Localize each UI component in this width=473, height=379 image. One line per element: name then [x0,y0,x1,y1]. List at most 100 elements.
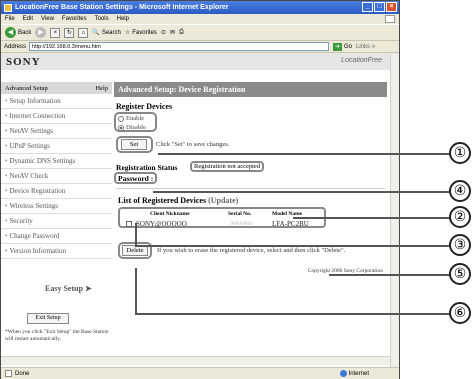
windows-logo-icon [385,15,395,23]
sidebar-item-dynamic-dns[interactable]: • Dynamic DNS Settings [1,154,112,169]
menu-edit[interactable]: Edit [23,16,33,22]
menu-bar: File Edit View Favorites Tools Help [1,14,399,24]
menu-favorites[interactable]: Favorites [62,16,87,22]
minimize-button[interactable]: _ [362,2,373,12]
address-input[interactable]: http://192.168.0.3/menu.htm [29,42,330,51]
exit-setup-button[interactable]: Exit Setup [27,313,69,324]
media-icon[interactable]: ⊙ [161,29,166,36]
home-icon[interactable]: ⌂ [78,27,89,38]
forward-arrow-icon: ▶ [35,27,47,38]
delete-hint: If you wish to erase the registered devi… [157,247,346,254]
callout-line-4 [153,191,451,193]
title-bar: LocationFree Base Station Settings - Mic… [1,1,399,14]
back-button[interactable]: ◀ Back [5,27,31,38]
address-bar: Address http://192.168.0.3/menu.htm ➜ Go… [1,41,399,53]
page-title: Advanced Setup: Device Registration [114,82,387,97]
sidebar-item-setup-information[interactable]: • Setup Information [1,94,112,109]
page-content: SONY LocationFree Advanced Setup Help • S… [1,54,399,367]
search-icon: 🔍 [92,30,100,36]
menu-help[interactable]: Help [117,16,129,22]
disable-radio[interactable] [118,124,124,131]
password-label: Password : [114,172,158,184]
go-label: Go [344,43,353,50]
locationfree-logo: LocationFree [341,57,382,64]
enable-radio[interactable] [118,115,124,122]
sidebar-item-internet-connection[interactable]: • Internet Connection [1,109,112,124]
star-icon: ☆ [124,30,131,36]
mail-icon[interactable]: ✉ [170,29,175,36]
favorites-label: Favorites [132,29,157,36]
callout-1: ① [449,142,471,164]
go-arrow-icon: ➜ [333,42,343,51]
browser-window: LocationFree Base Station Settings - Mic… [0,0,400,379]
back-arrow-icon: ◀ [5,27,16,38]
menu-view[interactable]: View [41,16,54,22]
page-icon [5,370,12,377]
easy-setup-link[interactable]: Easy Setup ➤ [45,284,92,293]
registration-status-value: Registration not accepted [190,161,265,172]
status-bar: Done Internet [1,367,399,379]
callout-line-2 [293,217,451,219]
globe-icon [339,370,347,377]
window-title: LocationFree Base Station Settings - Mic… [15,4,229,11]
registration-status-label: Registration Status [116,163,178,172]
device-checkbox[interactable] [126,221,132,227]
callout-6: ⑥ [449,302,471,324]
set-hint: Click "Set" to save changes. [156,141,230,148]
go-button[interactable]: ➜ Go [333,42,353,51]
callout-5: ⑤ [449,263,471,285]
help-link[interactable]: Help [95,85,108,92]
update-link[interactable]: (Update) [208,196,238,205]
callout-4: ④ [449,180,471,202]
back-label: Back [18,29,32,36]
sidebar-item-device-registration[interactable]: • Device Registration [1,184,112,199]
sidebar-header: Advanced Setup Help [1,82,112,94]
sidebar-item-wireless-settings[interactable]: • Wireless Settings [1,199,112,214]
sidebar-item-security[interactable]: • Security [1,214,112,229]
horizontal-scrollbar[interactable] [1,356,390,365]
menu-tools[interactable]: Tools [95,16,109,22]
vertical-scrollbar[interactable] [390,54,399,367]
col-serial-no: Serial No. [228,211,252,217]
sidebar-item-upnp-settings[interactable]: • UPnP Settings [1,139,112,154]
sidebar-item-change-password[interactable]: • Change Password [1,229,112,244]
close-button[interactable]: × [386,2,397,12]
device-model: LFA-PC2BU [272,220,309,228]
callout-3: ③ [449,234,471,256]
sidebar-item-netav-settings[interactable]: • NetAV Settings [1,124,112,139]
maximize-button[interactable]: □ [374,2,385,12]
security-zone: Internet [339,370,369,377]
callout-vline-6 [135,268,137,314]
toolbar: ◀ Back ▶ × ↻ ⌂ 🔍 Search ☆ Favorites ⊙ ✉ … [1,24,399,41]
sidebar-item-version-information[interactable]: • Version Information [1,244,112,259]
favorites-button[interactable]: ☆ Favorites [124,29,157,37]
sidebar-item-netav-check[interactable]: • NetAV Check [1,169,112,184]
callout-vline-3 [135,223,137,247]
refresh-icon[interactable]: ↻ [64,27,75,38]
search-label: Search [101,29,121,36]
registered-devices-title: List of Registered Devices (Update) [118,196,239,205]
set-button[interactable]: Set [121,139,147,150]
device-nickname: SONY@OOOOO [136,220,187,228]
menu-file[interactable]: File [5,16,15,22]
stop-icon[interactable]: × [50,27,61,38]
divider [116,188,385,189]
ie-app-icon [4,3,12,12]
exit-note: *When you click "Exit Setup" the Base St… [5,329,109,342]
links-button[interactable]: Links » [356,44,375,50]
main-panel: Advanced Setup: Device Registration Regi… [114,82,387,367]
col-client-nickname: Client Nickname [150,211,190,217]
callout-2: ② [449,206,471,228]
search-button[interactable]: 🔍 Search [92,29,121,37]
print-icon[interactable]: ⎙ [179,29,184,36]
device-serial: 00000000 [230,221,252,227]
sony-logo: SONY [6,56,41,68]
forward-button[interactable]: ▶ [35,27,47,38]
register-devices-title: Register Devices [116,102,173,111]
window-controls: _ □ × [362,2,397,12]
brand-bar: SONY LocationFree [1,54,390,70]
sidebar-title: Advanced Setup [5,84,48,92]
enable-radio-option[interactable]: Enable [118,115,144,122]
disable-radio-option[interactable]: Disable [118,124,146,131]
callout-line-1 [158,153,450,155]
